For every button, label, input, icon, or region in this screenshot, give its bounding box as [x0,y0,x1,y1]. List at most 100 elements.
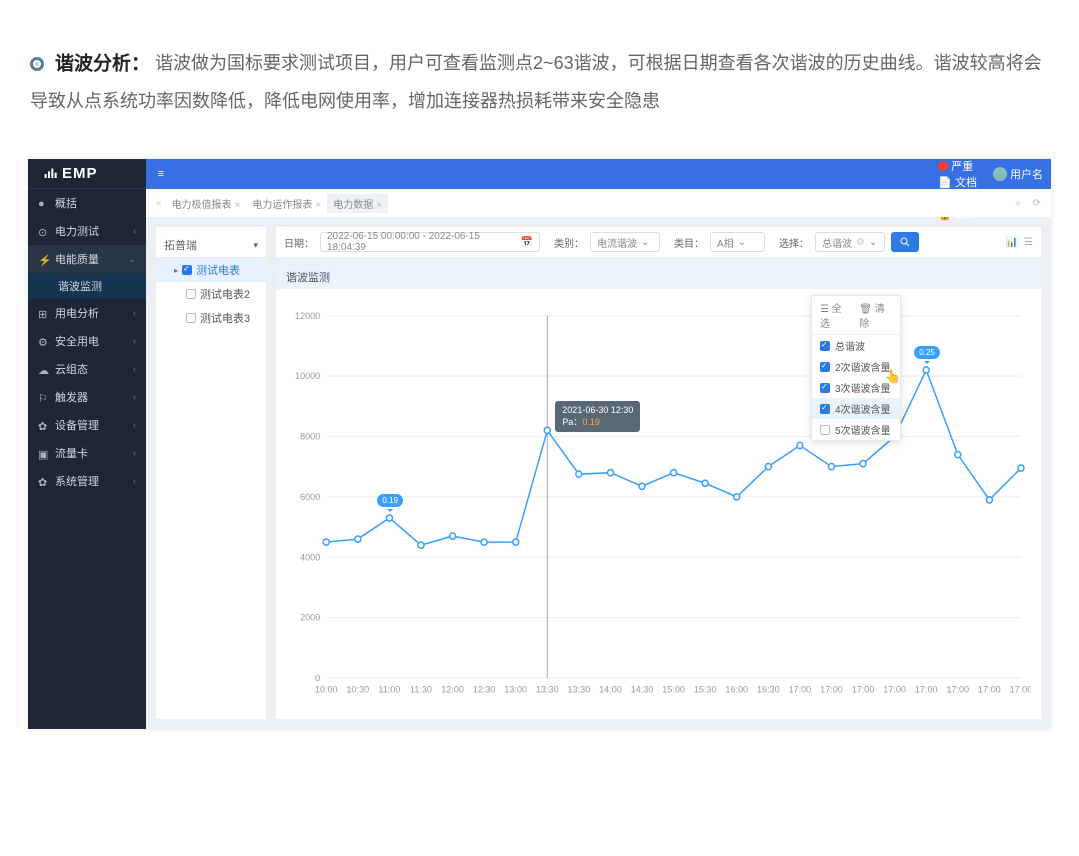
user-name: 用户名 [1010,166,1043,182]
tree-item-测试电表3[interactable]: 测试电表3 [156,306,266,330]
harmonic-select[interactable]: 总谐波⚙⌄ [815,232,885,252]
sidebar-item-触发器[interactable]: ⚐触发器‹ [28,383,146,411]
dropdown-option[interactable]: 4次谐波含量 [812,398,900,419]
type2-select[interactable]: A相⌄ [710,232,765,252]
chevron-icon: ‹ [133,420,136,430]
chart-view-icon[interactable]: 📊 [1006,237,1018,248]
intro-body: 谐波做为国标要求测试项目，用户可查看监测点2~63谐波，可根据日期查看各次谐波的… [30,53,1042,111]
svg-text:17:00: 17:00 [1010,685,1031,695]
nav-icon: ● [38,198,49,209]
chevron-down-icon: ⌄ [738,237,746,248]
checkbox[interactable] [820,383,830,393]
tree-item-测试电表[interactable]: ▸测试电表 [156,258,266,282]
tab-电力运作报表[interactable]: 电力运作报表× [246,194,327,213]
chevron-icon: ‹ [133,336,136,346]
checkbox[interactable] [820,362,830,372]
dropdown-option[interactable]: 5次谐波含量 [812,419,900,440]
topbar-文档[interactable]: 📄文档 [938,174,977,190]
breadcrumb-next-icon[interactable]: » [1015,198,1021,209]
svg-text:17:00: 17:00 [915,685,938,695]
sidebar-item-流量卡[interactable]: ▣流量卡‹ [28,439,146,467]
nav-icon: ▣ [38,448,49,459]
refresh-icon[interactable]: ⟳ [1033,198,1041,209]
svg-text:11:30: 11:30 [410,685,432,695]
svg-text:13:00: 13:00 [504,685,527,695]
nav-icon: ☁ [38,364,49,375]
chevron-icon: ‹ [133,364,136,374]
logo-text: EMP [62,165,98,182]
topbar: ≡ 一般紧急严重📄文档⛶全屏🔒锁屏 用户名 [146,159,1051,189]
svg-text:10000: 10000 [295,371,320,381]
avatar-icon [993,167,1007,181]
cursor-icon: 👆 [885,369,901,385]
list-view-icon[interactable]: ☰ [1024,237,1033,248]
app-window: EMP ●概括⊙电力测试‹⚡电能质量⌄谐波监测⊞用电分析‹⚙安全用电‹☁云组态‹… [28,159,1051,729]
close-icon[interactable]: × [376,200,382,211]
sidebar: EMP ●概括⊙电力测试‹⚡电能质量⌄谐波监测⊞用电分析‹⚙安全用电‹☁云组态‹… [28,159,146,729]
gear-icon: ⚙ [856,237,865,248]
chevron-icon: ‹ [133,448,136,458]
chevron-down-icon: ⌄ [641,237,649,248]
tree-header[interactable]: 拓普瑞 ▾ [156,233,266,258]
menu-toggle-icon[interactable]: ≡ [146,168,176,180]
data-badge: 0.19 [377,494,403,507]
tree-item-测试电表2[interactable]: 测试电表2 [156,282,266,306]
chart-area[interactable]: 02000400060008000100001200010:0010:3011:… [286,295,1031,709]
nav-icon: ⚙ [38,336,49,347]
breadcrumb: « 电力极值报表×电力运作报表×电力数据× » ⟳ [146,189,1051,217]
tab-电力极值报表[interactable]: 电力极值报表× [166,194,247,213]
type1-select[interactable]: 电流谐波⌄ [590,232,660,252]
clear-link[interactable]: 🗑 清除 [859,300,892,330]
svg-text:17:00: 17:00 [820,685,843,695]
svg-text:10:00: 10:00 [315,685,338,695]
search-button[interactable] [891,232,919,252]
sidebar-item-系统管理[interactable]: ✿系统管理‹ [28,467,146,495]
svg-text:17:00: 17:00 [883,685,906,695]
svg-text:14:00: 14:00 [599,685,622,695]
select-label: 选择： [779,235,809,250]
close-icon[interactable]: × [235,200,241,211]
sidebar-item-云组态[interactable]: ☁云组态‹ [28,355,146,383]
sidebar-item-概括[interactable]: ●概括 [28,189,146,217]
sidebar-item-谐波监测[interactable]: 谐波监测 [28,273,146,299]
checkbox[interactable] [820,341,830,351]
checkbox[interactable] [820,404,830,414]
nav-icon: ✿ [38,476,49,487]
sidebar-item-设备管理[interactable]: ✿设备管理‹ [28,411,146,439]
calendar-icon: 📅 [521,237,533,248]
dropdown-option[interactable]: 总谐波 [812,335,900,356]
svg-text:2000: 2000 [300,613,320,623]
checkbox[interactable] [820,425,830,435]
sidebar-item-安全用电[interactable]: ⚙安全用电‹ [28,327,146,355]
chevron-icon: ‹ [133,308,136,318]
close-icon[interactable]: × [315,200,321,211]
type2-label: 类目： [674,235,704,250]
select-all-link[interactable]: ☰ 全选 [820,300,849,330]
tab-电力数据[interactable]: 电力数据× [327,194,388,213]
svg-text:10:30: 10:30 [347,685,370,695]
svg-text:17:00: 17:00 [852,685,875,695]
filter-bar: 日期： 2022-06-15 00:00:00 - 2022-06-15 18:… [276,227,1041,257]
date-field[interactable]: 2022-06-15 00:00:00 - 2022-06-15 18:04:3… [320,232,540,252]
breadcrumb-prev-icon[interactable]: « [156,198,162,209]
nav-icon: ✿ [38,420,49,431]
user-menu[interactable]: 用户名 [993,166,1043,182]
chevron-down-icon: ⌄ [869,237,877,248]
device-tree: 拓普瑞 ▾ ▸测试电表测试电表2测试电表3 [156,227,266,719]
svg-text:16:30: 16:30 [757,685,780,695]
logo: EMP [28,159,146,189]
sidebar-item-电能质量[interactable]: ⚡电能质量⌄ [28,245,146,273]
checkbox[interactable] [186,313,196,323]
nav-icon: ⊞ [38,308,49,319]
harmonic-dropdown[interactable]: ☰ 全选 🗑 清除 总谐波2次谐波含量3次谐波含量4次谐波含量5次谐波含量 [811,295,901,441]
sidebar-item-用电分析[interactable]: ⊞用电分析‹ [28,299,146,327]
sidebar-item-电力测试[interactable]: ⊙电力测试‹ [28,217,146,245]
checkbox[interactable] [182,265,192,275]
date-label: 日期： [284,235,314,250]
topbar-严重[interactable]: 严重 [938,159,977,174]
main-content: 拓普瑞 ▾ ▸测试电表测试电表2测试电表3 日期： 2022-06-15 00:… [146,217,1051,729]
svg-text:17:00: 17:00 [789,685,812,695]
svg-text:8000: 8000 [300,432,320,442]
checkbox[interactable] [186,289,196,299]
status-dot-icon [938,161,948,171]
